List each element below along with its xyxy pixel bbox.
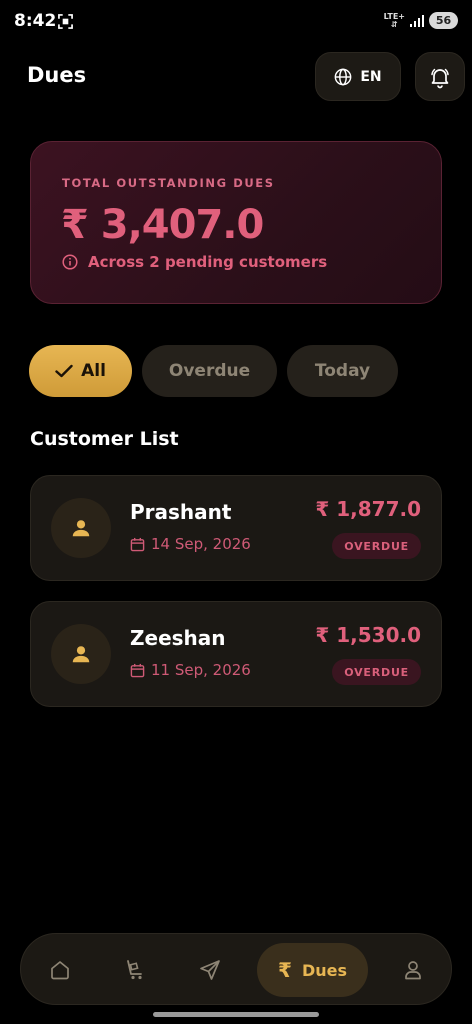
- calendar-icon: [130, 537, 145, 551]
- person-icon: [72, 520, 90, 537]
- summary-subtitle-text: Across 2 pending customers: [88, 253, 328, 271]
- status-badge: OVERDUE: [332, 659, 421, 685]
- customer-due-date: 11 Sep, 2026: [130, 661, 251, 679]
- customer-amount: ₹ 1,877.0: [315, 497, 421, 521]
- send-icon: [200, 960, 220, 980]
- signal-icon: [410, 14, 424, 27]
- nav-dues-label: Dues: [301, 960, 347, 980]
- page-title: Dues: [27, 63, 87, 87]
- customer-name: Zeeshan: [130, 626, 226, 650]
- status-bar: 8:42 LTE+ ⇵ 56: [0, 0, 472, 44]
- rupee-icon: ₹: [278, 958, 292, 982]
- bell-icon: [431, 68, 449, 88]
- nav-cart[interactable]: [113, 948, 157, 992]
- customer-card[interactable]: Prashant 14 Sep, 2026 ₹ 1,877.0 OVERDUE: [30, 475, 442, 581]
- calendar-icon: [130, 663, 145, 677]
- customer-due-date: 14 Sep, 2026: [130, 535, 251, 553]
- battery-indicator: 56: [429, 12, 458, 29]
- language-button[interactable]: EN: [315, 52, 401, 101]
- info-icon: [62, 254, 78, 270]
- nav-send[interactable]: [188, 948, 232, 992]
- filter-chip-all[interactable]: All: [29, 345, 132, 397]
- summary-amount: ₹ 3,407.0: [61, 202, 264, 248]
- globe-icon: [334, 68, 352, 85]
- check-icon: [55, 364, 73, 378]
- network-indicator: LTE+ ⇵: [383, 11, 405, 29]
- avatar: [51, 624, 111, 684]
- customer-date-text: 14 Sep, 2026: [151, 535, 251, 553]
- filter-chip-today[interactable]: Today: [287, 345, 398, 397]
- notifications-button[interactable]: [415, 52, 465, 101]
- language-label: EN: [360, 68, 382, 85]
- customer-card[interactable]: Zeeshan 11 Sep, 2026 ₹ 1,530.0 OVERDUE: [30, 601, 442, 707]
- nav-profile[interactable]: [391, 948, 435, 992]
- filter-chip-overdue[interactable]: Overdue: [142, 345, 277, 397]
- status-badge: OVERDUE: [332, 533, 421, 559]
- status-time: 8:42: [14, 11, 57, 31]
- nav-dues-active[interactable]: ₹ Dues: [257, 943, 368, 997]
- person-icon: [72, 646, 90, 663]
- section-title: Customer List: [30, 428, 179, 450]
- outstanding-summary-card: TOTAL OUTSTANDING DUES ₹ 3,407.0 Across …: [30, 141, 442, 304]
- nav-home[interactable]: [38, 948, 82, 992]
- customer-amount: ₹ 1,530.0: [315, 623, 421, 647]
- avatar: [51, 498, 111, 558]
- profile-icon: [405, 961, 421, 980]
- customer-name: Prashant: [130, 500, 232, 524]
- screen-record-icon: [58, 14, 73, 29]
- home-indicator[interactable]: [153, 1012, 319, 1017]
- home-icon: [51, 961, 69, 980]
- filter-chip-today-label: Today: [314, 361, 371, 381]
- filter-chip-all-label: All: [81, 361, 106, 381]
- cart-icon: [127, 960, 142, 980]
- summary-subtitle: Across 2 pending customers: [62, 253, 327, 271]
- summary-label: TOTAL OUTSTANDING DUES: [62, 176, 275, 190]
- customer-date-text: 11 Sep, 2026: [151, 661, 251, 679]
- bottom-nav: ₹ Dues: [20, 933, 452, 1005]
- filter-chip-overdue-label: Overdue: [168, 361, 251, 381]
